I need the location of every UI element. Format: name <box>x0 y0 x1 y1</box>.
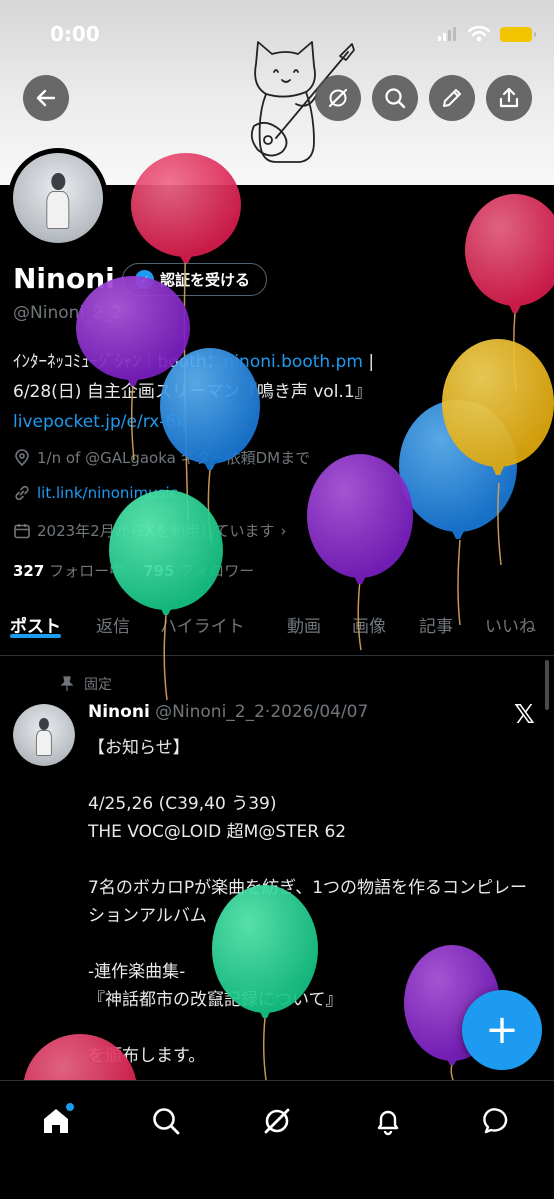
get-verified-button[interactable]: ✓ 認証を受ける <box>122 263 268 296</box>
followers-link[interactable]: 795 フォロワー <box>143 562 254 580</box>
following-count: 327 <box>13 562 45 580</box>
bio-line-2: 6/28(日) 自主企画スリーマン『鳴き声 vol.1』 <box>13 382 372 402</box>
pinned-label: 固定 <box>84 677 112 693</box>
post-author-name[interactable]: Ninoni <box>88 702 150 722</box>
back-arrow-icon <box>36 89 56 107</box>
bottom-navigation <box>0 1080 554 1199</box>
grok-button[interactable] <box>315 75 361 121</box>
nav-notifications[interactable] <box>368 1101 408 1141</box>
message-bubble-icon <box>483 1108 508 1134</box>
grok-icon <box>328 88 348 108</box>
tab-videos[interactable]: 動画 <box>287 600 321 637</box>
link-icon <box>15 485 29 501</box>
avatar-image <box>13 153 103 243</box>
battery-icon <box>500 26 536 42</box>
post-handle-date: @Ninoni_2_2·2026/04/07 <box>149 702 369 722</box>
nav-grok[interactable] <box>257 1101 297 1141</box>
followers-label: フォロワー <box>179 562 255 580</box>
search-button[interactable] <box>372 75 418 121</box>
profile-avatar[interactable] <box>8 148 108 248</box>
post-line: 【お知らせ】 <box>88 738 190 758</box>
profile-bio: ｲﾝﾀｰﾈｯｺﾐｭｰｼﾞｼｬﾝ｜booth：ninoni.booth.pm | … <box>13 347 543 437</box>
share-icon <box>499 87 519 108</box>
bell-icon <box>377 1110 399 1136</box>
follow-counts: 327 フォロー中 795 フォロワー <box>13 560 254 581</box>
edit-button[interactable] <box>429 75 475 121</box>
display-name: Ninoni <box>13 262 115 295</box>
scrollbar[interactable] <box>545 660 549 710</box>
post-author-avatar[interactable] <box>13 704 75 766</box>
pinned-indicator: 固定 <box>60 674 112 694</box>
location-pin-icon <box>15 448 29 466</box>
post-line <box>88 930 543 958</box>
compose-post-button[interactable]: + <box>462 990 542 1070</box>
bio-text: ｲﾝﾀｰﾈｯｺﾐｭｰｼﾞｼｬﾝ｜booth： <box>13 352 224 372</box>
followers-count: 795 <box>143 562 175 580</box>
post-line: THE VOC@LOID 超M@STER 62 <box>88 822 347 842</box>
x-logo-icon: 𝕏 <box>514 700 535 730</box>
website-row: lit.link/ninonimusic <box>13 484 178 502</box>
calendar-icon <box>14 523 30 538</box>
bio-separator: | <box>362 352 375 372</box>
tab-replies[interactable]: 返信 <box>96 600 130 637</box>
nav-home[interactable] <box>36 1101 76 1141</box>
post-line: 7名のボカロPが楽曲を紡ぎ、1つの物語を作るコンピレーションアルバム <box>88 878 528 926</box>
nav-messages[interactable] <box>478 1101 518 1141</box>
post-avatar-image <box>13 704 75 766</box>
location-row: 1/n of @GALgaoka ギター依頼DMまで <box>13 447 310 468</box>
signal-icon <box>438 27 456 41</box>
verified-badge-icon: ✓ <box>135 270 154 289</box>
website-link[interactable]: lit.link/ninonimusic <box>37 484 178 502</box>
pencil-icon <box>443 89 461 107</box>
profile-handle: @Ninoni_2_2 <box>13 303 123 323</box>
get-verified-label: 認証を受ける <box>160 271 251 289</box>
tab-highlights[interactable]: ハイライト <box>160 600 245 637</box>
pin-icon <box>60 676 74 691</box>
tab-articles[interactable]: 記事 <box>419 600 453 637</box>
grok-icon <box>264 1108 290 1134</box>
status-time: 0:00 <box>50 22 100 46</box>
nav-search[interactable] <box>146 1101 186 1141</box>
tab-media[interactable]: 画像 <box>352 600 386 637</box>
booth-link[interactable]: ninoni.booth.pm <box>224 352 363 372</box>
search-icon <box>385 88 406 109</box>
post-line <box>88 846 543 874</box>
share-button[interactable] <box>486 75 532 121</box>
post-header: Ninoni @Ninoni_2_2·2026/04/07 <box>88 702 368 722</box>
following-label: フォロー中 <box>49 562 125 580</box>
wifi-icon <box>468 26 490 42</box>
status-icons <box>438 26 536 42</box>
profile-tabs: ポスト 返信 ハイライト 動画 画像 記事 いいね <box>0 600 554 656</box>
location-text: 1/n of @GALgaoka ギター依頼DMまで <box>37 449 311 467</box>
tab-likes[interactable]: いいね <box>485 600 536 637</box>
livepocket-link[interactable]: livepocket.jp/e/rx-6k <box>13 407 543 437</box>
post-line <box>88 762 543 790</box>
search-icon <box>153 1108 180 1135</box>
post-line: 4/25,26 (C39,40 う39) <box>88 794 277 814</box>
joined-text: 2023年2月からXを利用しています <box>37 522 275 540</box>
bio-line-1: ｲﾝﾀｰﾈｯｺﾐｭｰｼﾞｼｬﾝ｜booth：ninoni.booth.pm | <box>13 347 543 377</box>
back-button[interactable] <box>23 75 69 121</box>
home-notification-dot <box>66 1103 74 1111</box>
following-link[interactable]: 327 フォロー中 <box>13 562 124 580</box>
joined-row: 2023年2月からXを利用しています › <box>13 520 287 541</box>
chevron-right-icon: › <box>280 521 287 540</box>
post-line: -連作楽曲集- <box>88 962 186 982</box>
tab-posts[interactable]: ポスト <box>10 600 61 638</box>
